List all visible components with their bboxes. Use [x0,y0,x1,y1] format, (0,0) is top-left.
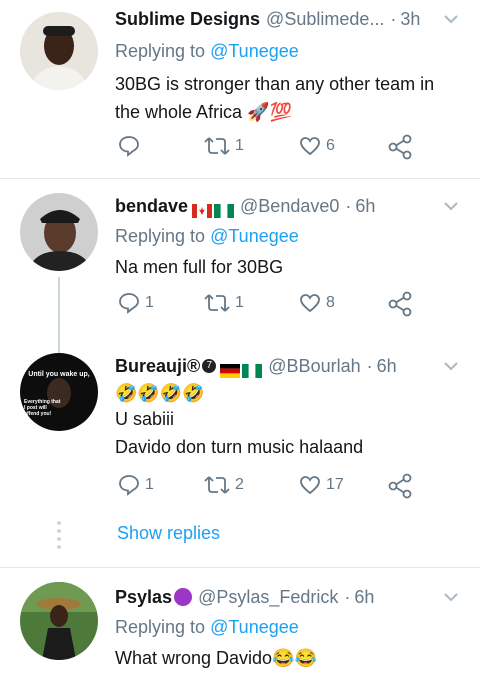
reply-icon [119,136,139,157]
user-handle[interactable]: @BBourlah [268,353,360,379]
user-handle[interactable]: @Bendave0 [240,193,339,219]
retweet-button[interactable]: 2 [203,473,244,497]
user-handle[interactable]: @Psylas_Fedrick [198,584,338,610]
replying-to: Replying to @Tunegee [115,614,466,640]
show-replies-link[interactable]: Show replies [117,523,220,544]
separator-dot: · [366,356,373,376]
chevron-down-icon[interactable] [442,588,460,606]
replying-prefix: Replying to [115,41,206,61]
retweet-button[interactable]: 1 [203,134,244,158]
avatar[interactable] [20,12,98,90]
tweet-text: U sabiii Davido don turn music halaand [115,405,466,461]
avatar[interactable]: Until you wake up, Everything that I pos… [20,353,98,431]
user-handle[interactable]: @Sublimede... [266,6,384,32]
share-icon [388,473,412,499]
share-button[interactable] [387,473,413,499]
avatar[interactable] [20,582,98,660]
replying-to: Replying to @Tunegee [115,38,466,64]
retweet-icon [204,137,230,155]
thread-line [58,277,60,339]
tweet-bendave[interactable]: bendave @Bendave0 · 6h Replying to @Tune… [0,179,480,339]
avatar[interactable] [20,193,98,271]
mention-link[interactable]: @Tunegee [210,41,299,61]
number-seven-badge-icon: 7 [202,359,217,373]
share-button[interactable] [387,291,413,317]
reply-button[interactable]: 1 [117,473,154,497]
avatar-text-top: Until you wake up, [28,371,90,378]
timestamp[interactable]: 6h [355,193,375,219]
tweet-text: Na men full for 30BG [115,253,466,281]
tweet-bureauji[interactable]: Until you wake up, Everything that I pos… [0,339,480,567]
tweet-sublime-designs[interactable]: Sublime Designs @Sublimede... · 3h Reply… [0,0,480,178]
separator-dot: · [345,196,352,216]
reply-icon [119,475,139,496]
tweet-actions: 1 6 [115,134,435,162]
tweet-text: 30BG is stronger than any other team in … [115,70,466,126]
retweet-count: 2 [235,476,244,493]
chevron-down-icon[interactable] [442,197,460,215]
tweet-text-line: U sabiii [115,409,175,429]
display-name[interactable]: Bureauji® [115,353,200,379]
retweet-button[interactable]: 1 [203,291,244,315]
heart-icon [300,476,320,495]
nigeria-flag-icon [214,199,235,218]
separator-dot: · [344,587,351,607]
like-count: 6 [326,137,335,154]
tweet-text-line: 30BG is stronger than any other team in [115,74,435,94]
thread-line [58,339,60,353]
tweet-header: Sublime Designs @Sublimede... · 3h [115,6,466,32]
tweet-text-line: What wrong Davido😂😂 [115,648,317,668]
reply-button[interactable]: 1 [117,291,154,315]
tweet-psylas[interactable]: Psylas @Psylas_Fedrick · 6h Replying to … [0,568,480,678]
display-name[interactable]: bendave [115,193,188,219]
tweet-header: bendave @Bendave0 · 6h [115,193,466,219]
tweet-text-line: Na men full for 30BG [115,257,284,277]
nigeria-flag-icon [242,359,263,378]
retweet-icon [204,476,230,494]
retweet-icon [204,294,230,312]
avatar-text-bottom: Everything that I post will offend you! [24,399,61,417]
rofl-emoji-line: 🤣🤣🤣🤣 [115,383,205,403]
heart-icon [300,137,320,156]
tweet-text-line: Davido don turn music halaand [115,437,364,457]
tweet-header: Psylas @Psylas_Fedrick · 6h [115,584,466,610]
display-name[interactable]: Sublime Designs [115,6,260,32]
retweet-count: 1 [235,137,244,154]
mention-link[interactable]: @Tunegee [210,226,299,246]
tweet-actions: 1 1 8 [115,291,435,319]
thread-dots [56,521,62,553]
timestamp[interactable]: 6h [354,584,374,610]
share-icon [388,134,412,160]
mention-link[interactable]: @Tunegee [210,617,299,637]
share-button[interactable] [387,134,413,160]
replying-prefix: Replying to [115,226,206,246]
canada-flag-icon [192,199,213,218]
like-button[interactable]: 6 [298,134,335,158]
retweet-count: 1 [235,294,244,311]
replying-to: Replying to @Tunegee [115,223,466,249]
chevron-down-icon[interactable] [442,357,460,375]
germany-flag-icon [220,359,241,378]
separator-dot: · [390,9,397,29]
replying-prefix: Replying to [115,617,206,637]
like-count: 8 [326,294,335,311]
like-count: 17 [326,476,344,493]
reply-count: 1 [145,476,154,493]
tweet-actions: 1 2 17 [115,473,435,501]
timestamp[interactable]: 6h [377,353,397,379]
like-button[interactable]: 17 [298,473,344,497]
reply-icon [119,293,139,314]
timestamp[interactable]: 3h [400,6,420,32]
tweet-header: Bureauji® 7 @BBourlah · 6h [115,353,466,379]
chevron-down-icon[interactable] [442,10,460,28]
reply-count: 1 [145,294,154,311]
share-icon [388,291,412,317]
smiling-devil-icon [174,588,193,606]
display-name[interactable]: Psylas [115,584,172,610]
heart-icon [300,294,320,313]
tweet-text: What wrong Davido😂😂 [115,644,466,672]
like-button[interactable]: 8 [298,291,335,315]
reply-button[interactable] [117,134,145,158]
tweet-text-line: the whole Africa 🚀💯 [115,102,292,122]
